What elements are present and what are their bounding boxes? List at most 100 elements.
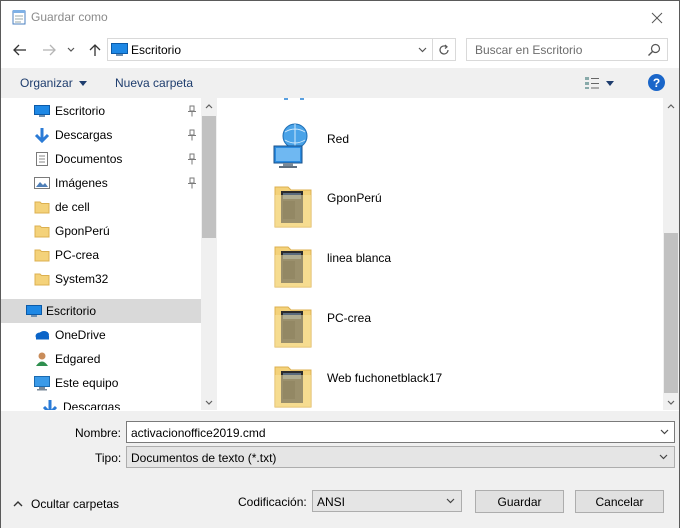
forward-button[interactable]	[39, 40, 59, 60]
file-name: linea blanca	[327, 251, 392, 265]
folder-icon	[273, 241, 313, 289]
file-type-dropdown-button[interactable]	[656, 450, 670, 464]
save-button[interactable]: Guardar	[475, 490, 564, 513]
folder-icon	[273, 181, 313, 229]
computer-icon	[34, 375, 50, 391]
address-bar[interactable]: Escritorio	[107, 38, 433, 61]
onedrive-icon	[34, 327, 50, 343]
file-name: PC-crea	[327, 311, 372, 325]
sidebar-item-imágenes[interactable]: Imágenes	[1, 171, 201, 195]
encoding-select[interactable]: ANSI	[312, 490, 462, 512]
sidebar-item-system32[interactable]: System32	[1, 267, 201, 291]
partial-item-icon	[284, 98, 304, 100]
notepad-icon	[12, 10, 26, 25]
sidebar-item-label: Imágenes	[55, 176, 108, 190]
file-item[interactable]: Web fuchonetblack17	[273, 361, 633, 410]
save-form: Nombre: activacionoffice2019.cmd Tipo: D…	[1, 411, 679, 528]
folder-icon	[34, 199, 50, 215]
folder-icon	[34, 247, 50, 263]
file-item[interactable]: Red	[273, 122, 633, 178]
pictures-icon	[34, 175, 50, 191]
sidebar-item-de-cell[interactable]: de cell	[1, 195, 201, 219]
sidebar-item-escritorio[interactable]: Escritorio	[1, 299, 201, 323]
encoding-label: Codificación:	[238, 495, 307, 509]
scroll-thumb[interactable]	[202, 116, 216, 238]
organize-button[interactable]: Organizar	[20, 76, 87, 90]
file-item[interactable]: PC-crea	[273, 301, 633, 357]
sidebar-item-descargas[interactable]: Descargas	[1, 123, 201, 147]
scroll-thumb[interactable]	[664, 233, 678, 393]
filename-input[interactable]: activacionoffice2019.cmd	[126, 421, 675, 443]
sidebar-item-label: Documentos	[55, 152, 123, 166]
file-type-label: Tipo:	[95, 451, 122, 465]
file-type-select[interactable]: Documentos de texto (*.txt)	[126, 446, 675, 468]
change-view-button[interactable]	[584, 74, 624, 92]
sidebar-item-label: Edgared	[55, 352, 101, 366]
sidebar-item-pc-crea[interactable]: PC-crea	[1, 243, 201, 267]
encoding-value: ANSI	[317, 495, 346, 509]
scroll-up-button[interactable]	[663, 98, 679, 114]
file-name: Web fuchonetblack17	[327, 371, 443, 385]
sidebar-item-label: PC-crea	[55, 248, 100, 262]
sidebar-item-label: de cell	[55, 200, 90, 214]
user-icon	[34, 351, 50, 367]
navigation-scrollbar[interactable]	[201, 98, 217, 410]
network-icon	[273, 122, 313, 170]
command-bar: Organizar Nueva carpeta ?	[1, 68, 679, 98]
desktop-icon	[111, 43, 128, 56]
close-icon	[651, 12, 663, 23]
scroll-down-button[interactable]	[201, 394, 217, 410]
filename-label: Nombre:	[75, 426, 122, 440]
chevron-down-icon	[659, 454, 667, 460]
close-button[interactable]	[635, 1, 679, 34]
sidebar-item-label: OneDrive	[55, 328, 106, 342]
desktop-icon	[26, 303, 42, 319]
chevron-down-icon	[418, 47, 426, 53]
recent-locations-button[interactable]	[64, 40, 78, 60]
new-folder-label: Nueva carpeta	[115, 76, 194, 90]
help-button[interactable]: ?	[648, 74, 665, 91]
search-icon	[648, 43, 661, 56]
organize-label: Organizar	[20, 76, 73, 90]
up-button[interactable]	[85, 40, 105, 60]
encoding-dropdown-button[interactable]	[443, 494, 457, 508]
sidebar-item-gponperú[interactable]: GponPerú	[1, 219, 201, 243]
filename-history-dropdown[interactable]	[657, 425, 671, 439]
sidebar-item-onedrive[interactable]: OneDrive	[1, 323, 201, 347]
chevron-down-icon	[205, 400, 213, 405]
folder-icon	[34, 271, 50, 287]
sidebar-item-escritorio[interactable]: Escritorio	[1, 99, 201, 123]
file-list: Red GponPerú linea blanca PC-crea Web fuchon…	[218, 98, 679, 410]
sidebar-item-documentos[interactable]: Documentos	[1, 147, 201, 171]
scroll-down-button[interactable]	[663, 394, 679, 410]
caret-down-icon	[606, 80, 614, 86]
back-button[interactable]	[10, 40, 30, 60]
sidebar-item-label: System32	[55, 272, 109, 286]
filename-value: activacionoffice2019.cmd	[131, 426, 266, 440]
hide-folders-button[interactable]: Ocultar carpetas	[13, 497, 119, 511]
sidebar-item-descargas[interactable]: Descargas	[1, 395, 201, 410]
address-dropdown-button[interactable]	[415, 42, 429, 58]
search-input[interactable]: Buscar en Escritorio	[466, 38, 668, 61]
navigation-bar: Escritorio Buscar en Escritorio	[1, 36, 679, 64]
sidebar-item-label: Este equipo	[55, 376, 119, 390]
arrow-left-icon	[13, 44, 26, 56]
hide-folders-label: Ocultar carpetas	[31, 497, 120, 511]
sidebar-item-label: GponPerú	[55, 224, 110, 238]
chevron-up-icon	[13, 501, 23, 507]
folder-icon	[273, 361, 313, 409]
file-item[interactable]: linea blanca	[273, 241, 633, 297]
scroll-up-button[interactable]	[201, 98, 217, 114]
cancel-button[interactable]: Cancelar	[575, 490, 664, 513]
address-location: Escritorio	[131, 43, 182, 57]
file-item[interactable]: GponPerú	[273, 181, 633, 237]
sidebar-item-este-equipo[interactable]: Este equipo	[1, 371, 201, 395]
chevron-down-icon	[667, 400, 675, 405]
new-folder-button[interactable]: Nueva carpeta	[115, 76, 193, 90]
file-list-scrollbar[interactable]	[663, 98, 679, 410]
refresh-button[interactable]	[433, 38, 456, 61]
desktop-icon	[34, 103, 50, 119]
sidebar-item-edgared[interactable]: Edgared	[1, 347, 201, 371]
sidebar-item-label: Escritorio	[46, 304, 97, 318]
refresh-icon	[439, 44, 449, 55]
